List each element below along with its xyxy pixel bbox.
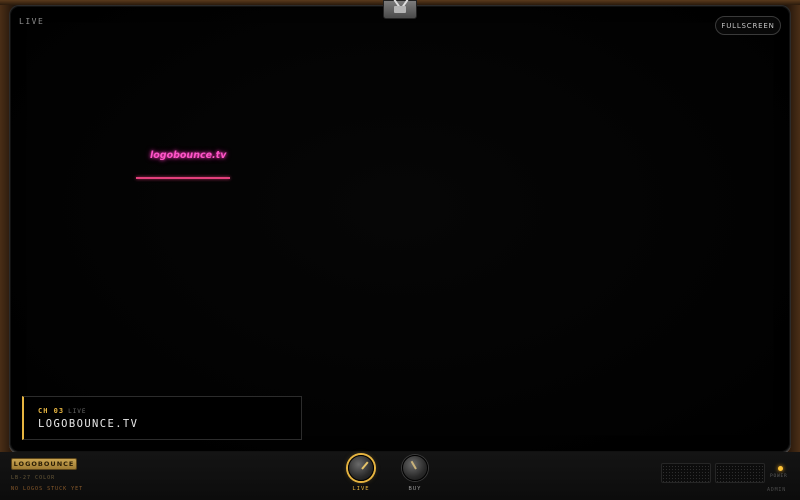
live-knob-label: LIVE [352,486,370,492]
power-led-icon [778,466,783,471]
channel-info-box: CH 03 LIVE LOGOBOUNCE.TV [22,396,302,440]
live-knob-pointer [361,461,369,470]
buy-knob[interactable] [402,455,428,481]
stuck-status: NO LOGOS STUCK YET [11,486,84,492]
channel-number: CH 03 [38,407,65,415]
power-label: POWER [770,474,788,479]
channel-status: LIVE [68,408,87,415]
tv-screen [9,5,791,453]
antenna-base [394,6,406,13]
speaker-grille-icon [715,463,765,483]
live-indicator: LIVE [19,17,45,26]
bouncing-logo: logobounce.tv [150,150,227,161]
channel-name: LOGOBOUNCE.TV [38,418,139,430]
brand-badge: LOGOBOUNCE [11,458,77,470]
logo-trail-line [136,177,230,179]
buy-knob-pointer [410,460,417,470]
admin-link[interactable]: ADMIN [767,487,786,493]
live-knob[interactable] [348,455,374,481]
antenna-icon [383,0,417,19]
fullscreen-button[interactable]: FULLSCREEN [715,16,781,35]
channel-row: CH 03 LIVE [38,407,87,415]
speaker-grille-icon [661,463,711,483]
model-label: LB-27 COLOR [11,475,56,481]
buy-knob-label: BUY [408,486,422,492]
